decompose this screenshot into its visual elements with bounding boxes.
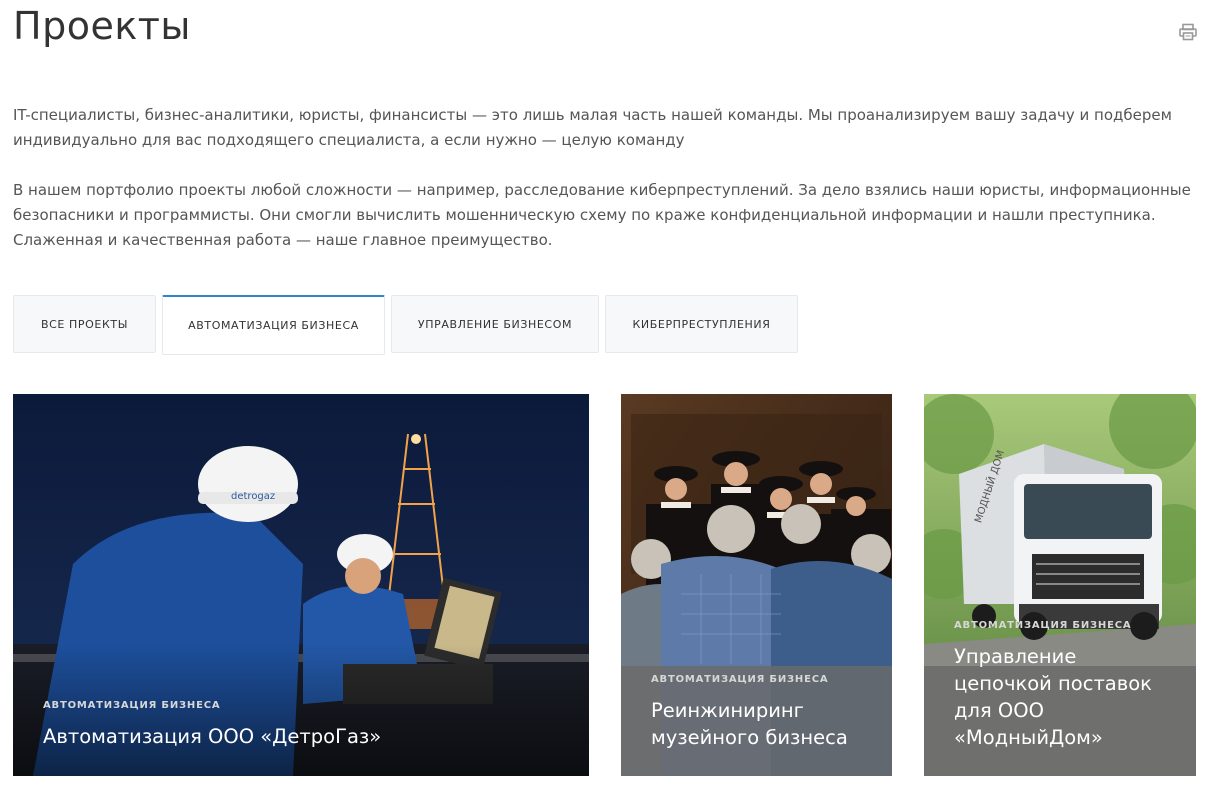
intro-paragraph: В нашем портфолио проекты любой сложност… (13, 181, 1191, 249)
project-card-modnydom[interactable]: МОДНЫЙ ДОМ Автоматизация бизнеса Управле… (924, 394, 1196, 776)
intro-paragraph: IT-специалисты, бизнес-аналитики, юристы… (13, 106, 1172, 149)
card-title: Реинжиниринг музейного бизнеса (651, 699, 848, 749)
tab-business-automation[interactable]: Автоматизация бизнеса (162, 295, 385, 355)
card-category: Автоматизация бизнеса (954, 620, 1132, 631)
tab-all-projects[interactable]: Все проекты (13, 295, 156, 353)
tab-business-management[interactable]: Управление бизнесом (391, 295, 599, 353)
tab-label: Все проекты (40, 317, 129, 331)
intro-text: IT-специалисты, бизнес-аналитики, юристы… (13, 103, 1198, 278)
tab-label: Управление бизнесом (417, 317, 573, 331)
tab-cybercrime[interactable]: Киберпреступления (605, 295, 798, 353)
card-category: Автоматизация бизнеса (43, 700, 221, 711)
project-card-detrogaz[interactable]: detrogaz Автоматизация бизнеса Автоматиз… (13, 394, 589, 776)
helmet-logo: detrogaz (231, 491, 275, 502)
oil-workers-photo: detrogaz (13, 394, 589, 776)
project-card-museum[interactable]: Автоматизация бизнеса Реинжиниринг музей… (621, 394, 892, 776)
page-title: Проекты (13, 4, 191, 48)
card-category: Автоматизация бизнеса (651, 674, 829, 685)
card-title: Управление цепочкой поставок для ООО «Мо… (954, 645, 1152, 749)
tab-label: Киберпреступления (632, 317, 771, 331)
card-title: Автоматизация ООО «ДетроГаз» (43, 725, 382, 748)
printer-icon[interactable] (1178, 22, 1198, 42)
tab-label: Автоматизация бизнеса (188, 319, 359, 332)
